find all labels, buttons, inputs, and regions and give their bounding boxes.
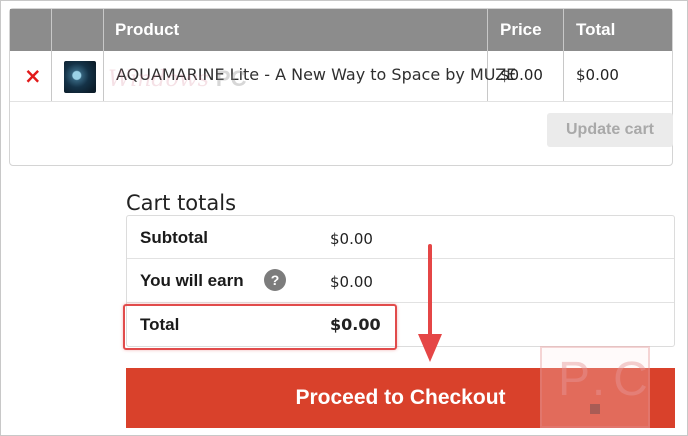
- cart-totals-title: Cart totals: [126, 191, 237, 216]
- row-divider: [127, 258, 674, 259]
- header-product: Product: [115, 20, 180, 39]
- product-price: $0.00: [500, 66, 543, 84]
- row-divider: [10, 101, 672, 102]
- help-icon[interactable]: ?: [264, 269, 286, 291]
- header-total: Total: [576, 20, 616, 39]
- total-highlight-box: [123, 304, 397, 350]
- column-divider: [563, 9, 564, 101]
- earn-value: $0.00: [330, 273, 373, 291]
- column-divider: [103, 9, 104, 101]
- product-total: $0.00: [576, 66, 619, 84]
- column-divider: [51, 9, 52, 101]
- row-divider: [127, 302, 674, 303]
- arrow-down-icon: [418, 334, 442, 362]
- column-divider: [487, 9, 488, 101]
- earn-label: You will earn: [140, 271, 244, 290]
- subtotal-label: Subtotal: [140, 228, 208, 247]
- cart-table-header: Product Price Total: [10, 9, 672, 51]
- proceed-to-checkout-button[interactable]: Proceed to Checkout: [126, 368, 675, 428]
- header-price: Price: [500, 20, 542, 39]
- update-cart-button[interactable]: Update cart: [547, 113, 673, 147]
- product-thumbnail[interactable]: [64, 61, 96, 93]
- annotation-arrow-shaft: [428, 244, 432, 336]
- remove-item-icon[interactable]: ×: [24, 65, 42, 87]
- product-name-link[interactable]: AQUAMARINE Lite - A New Way to Space by …: [116, 65, 516, 84]
- subtotal-value: $0.00: [330, 230, 373, 248]
- cart-table: Product Price Total × AQUAMARINE Lite - …: [9, 8, 673, 166]
